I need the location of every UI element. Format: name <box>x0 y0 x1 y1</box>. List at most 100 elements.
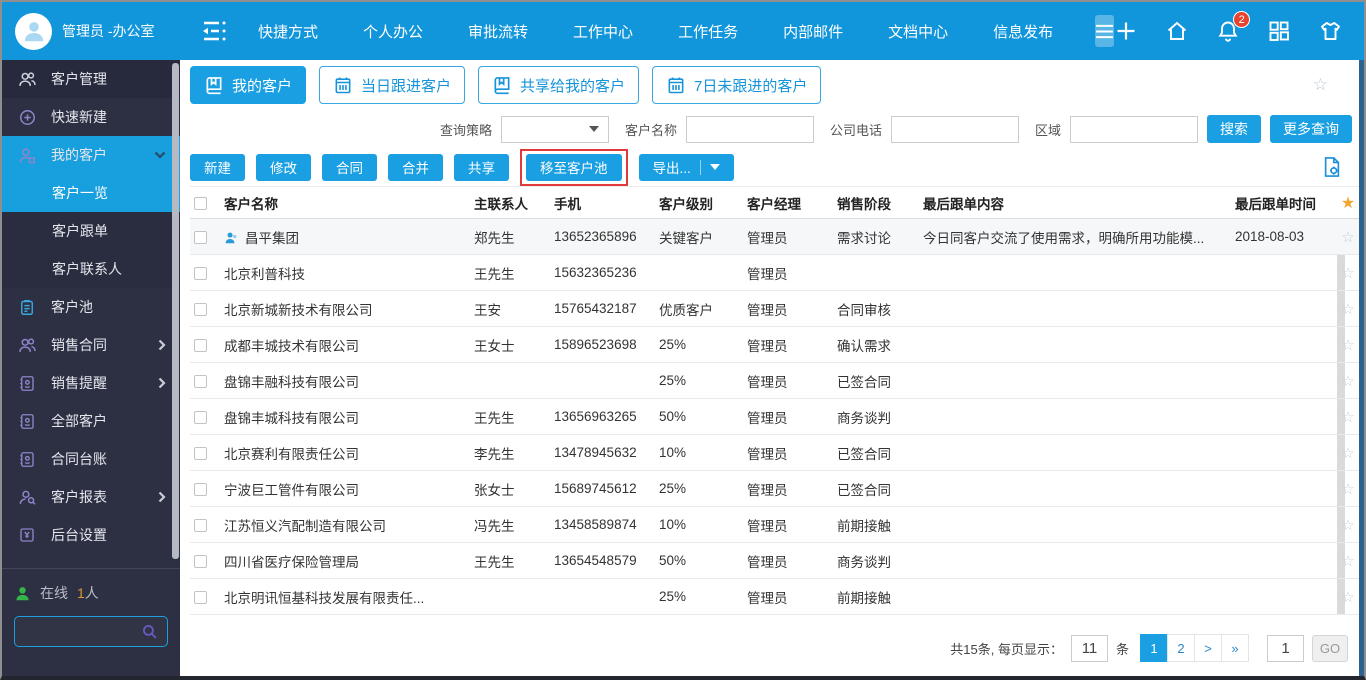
sidebar-item-label: 客户管理 <box>51 69 107 89</box>
goto-page-input[interactable]: 1 <box>1267 635 1304 662</box>
table-row[interactable]: 宁波巨工管件有限公司张女士1568974561225%管理员已签合同☆ <box>190 471 1365 507</box>
tab-item[interactable]: 7日未跟进的客户 <box>652 66 821 104</box>
action-button[interactable]: 共享 <box>454 154 509 181</box>
table-row[interactable]: 昌平集团郑先生13652365896关键客户管理员需求讨论今日同客户交流了使用需… <box>190 219 1365 255</box>
search-button[interactable]: 搜索 <box>1207 115 1261 143</box>
row-checkbox[interactable] <box>194 339 207 352</box>
table-row[interactable]: 盘锦丰城科技有限公司王先生1365696326550%管理员商务谈判☆ <box>190 399 1365 435</box>
tab-active[interactable]: 我的客户 <box>190 66 306 104</box>
home-icon[interactable] <box>1165 19 1189 43</box>
row-checkbox-cell <box>190 219 220 255</box>
menu-collapse-icon[interactable] <box>200 20 230 42</box>
topbar-menu-item[interactable]: 工作中心 <box>573 21 633 42</box>
sidebar-item[interactable]: 客户管理 <box>2 60 180 98</box>
strategy-select[interactable] <box>501 116 609 143</box>
export-button[interactable]: 导出... <box>639 154 734 181</box>
sidebar-item[interactable]: 销售合同 <box>2 326 180 364</box>
tab-item[interactable]: 共享给我的客户 <box>478 66 639 104</box>
row-checkbox[interactable] <box>194 483 207 496</box>
action-button[interactable]: 新建 <box>190 154 245 181</box>
action-button[interactable]: 合并 <box>388 154 443 181</box>
sidebar-item[interactable]: 快速新建 <box>2 98 180 136</box>
topbar-menu-item[interactable]: 内部邮件 <box>783 21 843 42</box>
table-row[interactable]: 四川省医疗保险管理局王先生1365454857950%管理员商务谈判☆ <box>190 543 1365 579</box>
row-checkbox[interactable] <box>194 231 207 244</box>
sidebar-item[interactable]: 客户池 <box>2 288 180 326</box>
hamburger-icon[interactable] <box>1095 15 1114 47</box>
sidebar-item[interactable]: 客户一览 <box>2 174 180 212</box>
sidebar-search-input[interactable] <box>24 624 141 639</box>
filter-input[interactable] <box>891 116 1019 143</box>
customer-name-cell[interactable]: 昌平集团 <box>220 219 470 255</box>
row-checkbox[interactable] <box>194 519 207 532</box>
sidebar-item[interactable]: 客户跟单 <box>2 212 180 250</box>
sidebar-item[interactable]: 我的客户 <box>2 136 180 174</box>
page-button[interactable]: > <box>1194 634 1222 662</box>
sidebar-item[interactable]: 全部客户 <box>2 402 180 440</box>
table-row[interactable]: 北京利普科技王先生15632365236管理员☆ <box>190 255 1365 291</box>
filter-input[interactable] <box>1070 116 1198 143</box>
row-checkbox[interactable] <box>194 375 207 388</box>
row-checkbox[interactable] <box>194 555 207 568</box>
topbar-menu-item[interactable]: 审批流转 <box>468 21 528 42</box>
customer-name-cell[interactable]: 北京明讯恒基科技发展有限责任... <box>220 579 470 615</box>
row-checkbox[interactable] <box>194 303 207 316</box>
page-button[interactable]: » <box>1221 634 1249 662</box>
more-search-button[interactable]: 更多查询 <box>1270 115 1352 143</box>
sidebar-item[interactable]: 客户联系人 <box>2 250 180 288</box>
table-row[interactable]: 盘锦丰融科技有限公司25%管理员已签合同☆ <box>190 363 1365 399</box>
apps-grid-icon[interactable] <box>1267 19 1291 43</box>
page-size-input[interactable]: 11 <box>1071 635 1108 662</box>
row-checkbox[interactable] <box>194 267 207 280</box>
customer-name-cell[interactable]: 北京利普科技 <box>220 255 470 291</box>
favorite-star-icon[interactable]: ☆ <box>1313 75 1328 95</box>
table-row[interactable]: 江苏恒义汽配制造有限公司冯先生1345858987410%管理员前期接触☆ <box>190 507 1365 543</box>
go-button[interactable]: GO <box>1312 635 1348 662</box>
sidebar-item[interactable]: 客户报表 <box>2 478 180 516</box>
customer-name-cell[interactable]: 江苏恒义汽配制造有限公司 <box>220 507 470 543</box>
customer-name: 北京利普科技 <box>224 267 305 282</box>
customer-name-cell[interactable]: 盘锦丰城科技有限公司 <box>220 399 470 435</box>
sidebar-item[interactable]: 后台设置 <box>2 516 180 554</box>
page-button[interactable]: 1 <box>1140 634 1168 662</box>
page-button[interactable]: 2 <box>1167 634 1195 662</box>
customer-name-cell[interactable]: 北京新城新技术有限公司 <box>220 291 470 327</box>
theme-shirt-icon[interactable] <box>1318 19 1343 43</box>
table-row[interactable]: 北京新城新技术有限公司王安15765432187优质客户管理员合同审核☆ <box>190 291 1365 327</box>
row-checkbox[interactable] <box>194 447 207 460</box>
export-settings-doc-icon[interactable] <box>1322 156 1342 183</box>
notifications-bell-icon[interactable]: 2 <box>1216 19 1240 43</box>
search-icon[interactable] <box>141 623 158 640</box>
action-button[interactable]: 合同 <box>322 154 377 181</box>
topbar-menu-item[interactable]: 快捷方式 <box>258 21 318 42</box>
phone-cell: 13652365896 <box>550 219 655 255</box>
customer-name-cell[interactable]: 盘锦丰融科技有限公司 <box>220 363 470 399</box>
select-all-checkbox[interactable] <box>194 197 207 210</box>
online-person-icon <box>14 585 31 602</box>
sidebar-item[interactable]: 销售提醒 <box>2 364 180 402</box>
row-checkbox[interactable] <box>194 411 207 424</box>
sidebar-scrollbar[interactable] <box>172 63 179 559</box>
topbar-menu-item[interactable]: 个人办公 <box>363 21 423 42</box>
topbar-menu-item[interactable]: 文档中心 <box>888 21 948 42</box>
row-checkbox[interactable] <box>194 591 207 604</box>
tab-item[interactable]: 当日跟进客户 <box>319 66 465 104</box>
last-time-cell <box>1231 399 1331 435</box>
sidebar-item[interactable]: 合同台账 <box>2 440 180 478</box>
table-row[interactable]: 北京明讯恒基科技发展有限责任...25%管理员前期接触☆ <box>190 579 1365 615</box>
action-button[interactable]: 修改 <box>256 154 311 181</box>
table-row[interactable]: 北京赛利有限责任公司李先生1347894563210%管理员已签合同☆ <box>190 435 1365 471</box>
customer-name-cell[interactable]: 成都丰城技术有限公司 <box>220 327 470 363</box>
table-row[interactable]: 成都丰城技术有限公司王女士1589652369825%管理员确认需求☆ <box>190 327 1365 363</box>
column-header: 手机 <box>550 187 655 219</box>
filter-input[interactable] <box>686 116 814 143</box>
customer-name-cell[interactable]: 宁波巨工管件有限公司 <box>220 471 470 507</box>
customer-name-cell[interactable]: 四川省医疗保险管理局 <box>220 543 470 579</box>
sidebar-item-label: 客户报表 <box>51 487 107 507</box>
topbar-menu-item[interactable]: 工作任务 <box>678 21 738 42</box>
customer-name-cell[interactable]: 北京赛利有限责任公司 <box>220 435 470 471</box>
topbar-menu-item[interactable]: 信息发布 <box>993 21 1053 42</box>
user-area[interactable]: 管理员 -办公室 <box>2 2 180 60</box>
move-to-pool-button[interactable]: 移至客户池 <box>526 154 622 181</box>
add-icon[interactable] <box>1114 19 1138 43</box>
